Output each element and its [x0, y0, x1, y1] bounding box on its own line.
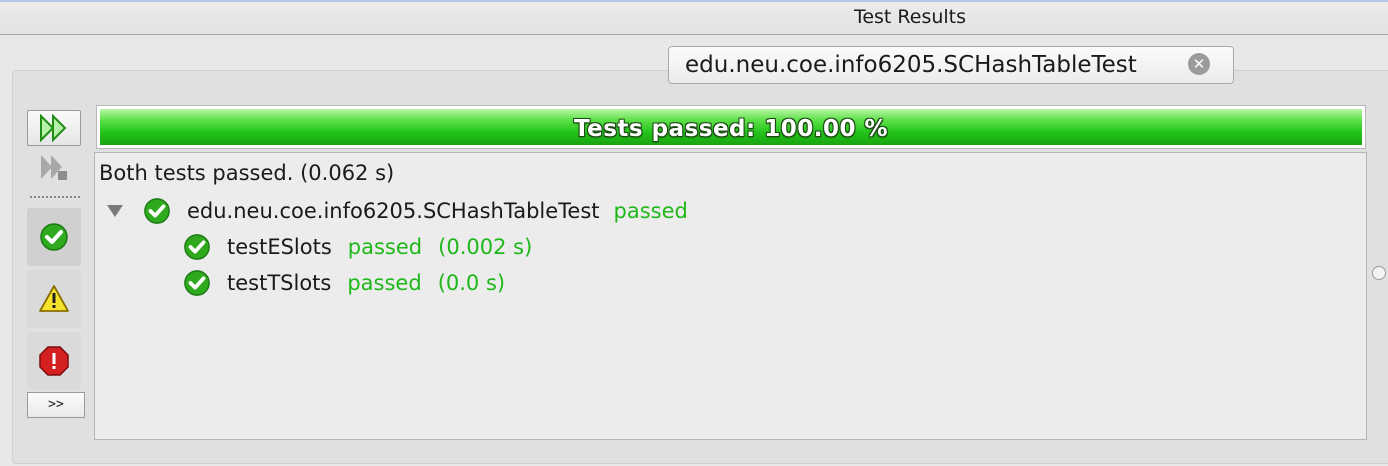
rerun-failed-icon: [27, 150, 81, 186]
window-title: Test Results: [853, 6, 967, 28]
test-time: (0.0 s): [437, 271, 506, 295]
suite-status: passed: [613, 199, 688, 223]
filter-error-button[interactable]: [27, 332, 81, 390]
test-row[interactable]: testTSlots passed (0.0 s): [183, 269, 505, 297]
test-status: passed: [347, 271, 422, 295]
passed-icon: [27, 208, 81, 266]
suite-row[interactable]: edu.neu.coe.info6205.SCHashTableTest pas…: [107, 197, 688, 225]
tab-test-suite[interactable]: edu.neu.coe.info6205.SCHashTableTest: [668, 46, 1234, 84]
results-tree: Both tests passed. (0.062 s) edu.neu.coe…: [94, 152, 1367, 440]
filter-warning-button[interactable]: [27, 270, 81, 328]
splitter-handle[interactable]: [1372, 266, 1386, 280]
progress-bar: Tests passed: 100.00 %: [96, 105, 1366, 149]
rerun-button[interactable]: [27, 110, 81, 146]
suite-name: edu.neu.coe.info6205.SCHashTableTest: [187, 199, 600, 223]
rerun-icon: [28, 111, 80, 145]
summary-text: Both tests passed. (0.062 s): [99, 161, 395, 185]
progress-label: Tests passed: 100.00 %: [573, 116, 889, 142]
title-bar: Test Results: [0, 2, 1388, 35]
test-status: passed: [347, 235, 423, 259]
toolbar-separator: [30, 196, 80, 200]
rerun-failed-button[interactable]: [27, 150, 81, 186]
test-time: (0.002 s): [438, 235, 533, 259]
error-icon: [27, 332, 81, 390]
passed-icon: [184, 234, 210, 260]
close-icon[interactable]: ✕: [1188, 53, 1210, 75]
tab-label: edu.neu.coe.info6205.SCHashTableTest: [685, 52, 1137, 78]
warning-icon: [27, 270, 81, 328]
test-name: testTSlots: [227, 271, 332, 295]
disclosure-triangle-icon[interactable]: [107, 205, 123, 217]
passed-icon: [144, 198, 170, 224]
test-name: testESlots: [227, 235, 332, 259]
filter-passed-button[interactable]: [27, 208, 81, 266]
test-row[interactable]: testESlots passed (0.002 s): [183, 233, 532, 261]
more-button[interactable]: >>: [27, 392, 85, 418]
passed-icon: [184, 270, 210, 296]
